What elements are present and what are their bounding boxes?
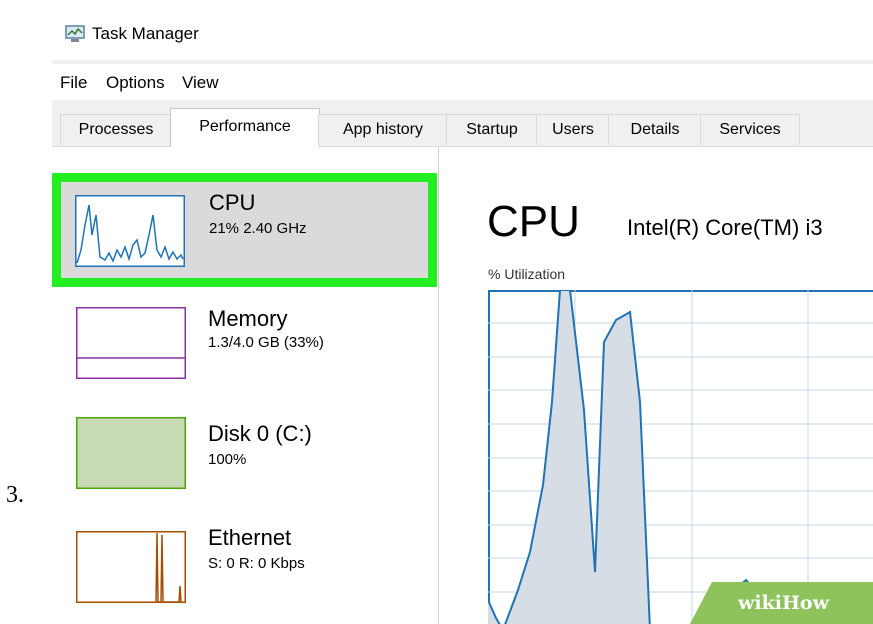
memory-label: Memory [208, 306, 288, 331]
tab-performance[interactable]: Performance [170, 108, 320, 147]
ethernet-stat: S: 0 R: 0 Kbps [208, 555, 305, 572]
menu-bar: File Options View [52, 64, 873, 100]
title-bar: Task Manager [52, 10, 873, 60]
tab-startup[interactable]: Startup [446, 114, 538, 145]
cpu-thumbnail-graph [75, 195, 185, 267]
menu-file[interactable]: File [60, 73, 87, 93]
sidebar-item-disk[interactable]: Disk 0 (C:) 100% [52, 397, 437, 497]
disk-thumbnail-graph [76, 417, 186, 489]
cpu-utilization-graph [488, 290, 873, 624]
step-number: 3. [6, 482, 24, 508]
tab-services[interactable]: Services [700, 114, 800, 145]
sidebar-item-ethernet[interactable]: Ethernet S: 0 R: 0 Kbps [52, 507, 437, 607]
watermark-text: wikiHow [738, 592, 829, 614]
cpu-heading: CPU [487, 197, 580, 246]
tab-processes[interactable]: Processes [60, 114, 172, 145]
tab-users[interactable]: Users [536, 114, 610, 145]
menu-options[interactable]: Options [106, 73, 165, 93]
cpu-stat: 21% 2.40 GHz [209, 220, 307, 237]
performance-sidebar: CPU 21% 2.40 GHz Memory 1.3/4.0 GB (33%)… [52, 147, 439, 624]
sidebar-item-cpu[interactable]: CPU 21% 2.40 GHz [52, 173, 437, 287]
task-manager-window: Task Manager File Options View Processes… [52, 10, 873, 624]
processor-name: Intel(R) Core(TM) i3 [627, 215, 823, 240]
ethernet-label: Ethernet [208, 525, 292, 550]
utilization-label: % Utilization [488, 266, 566, 282]
sidebar-item-memory[interactable]: Memory 1.3/4.0 GB (33%) [52, 287, 437, 387]
menu-view[interactable]: View [182, 73, 219, 93]
memory-thumbnail-graph [76, 307, 186, 379]
disk-label: Disk 0 (C:) [208, 421, 312, 446]
ethernet-thumbnail-graph [76, 531, 186, 603]
wikihow-watermark: wikiHow [690, 582, 873, 624]
task-manager-icon [65, 25, 85, 42]
cpu-detail-panel: CPU Intel(R) Core(TM) i3 % Utilization [439, 147, 873, 624]
window-title: Task Manager [92, 24, 199, 43]
cpu-label: CPU [209, 190, 256, 215]
disk-stat: 100% [208, 451, 247, 468]
tab-app-history[interactable]: App history [318, 114, 448, 145]
tab-bar: Processes Performance App history Startu… [52, 108, 873, 147]
memory-stat: 1.3/4.0 GB (33%) [208, 334, 324, 351]
tab-details[interactable]: Details [608, 114, 702, 145]
